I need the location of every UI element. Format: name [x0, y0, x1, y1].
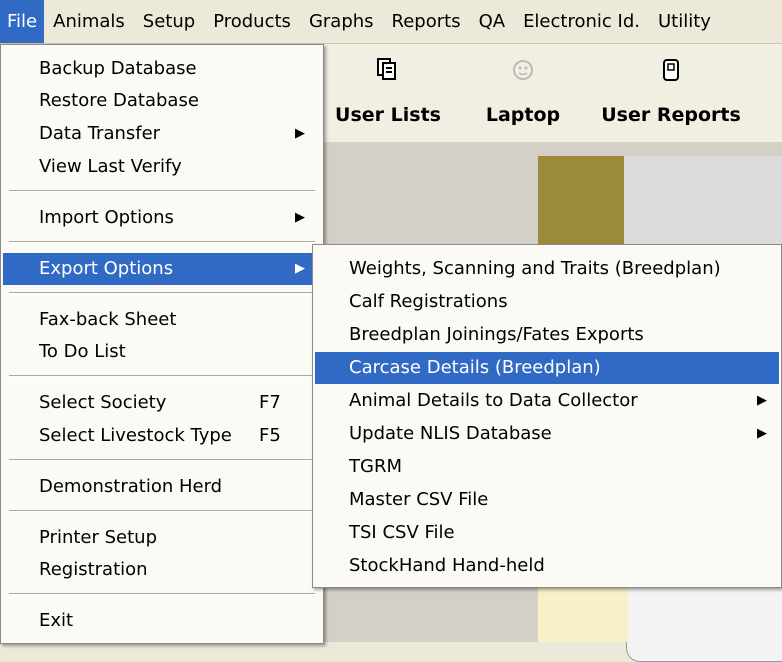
view-last-verify-item[interactable]: View Last Verify: [3, 151, 321, 183]
submenu-arrow-icon: ▶: [295, 261, 305, 276]
submenu-arrow-icon: ▶: [757, 393, 767, 408]
item-label: Import Options: [39, 207, 174, 228]
user-reports-button[interactable]: User Reports: [588, 44, 754, 142]
item-label: Master CSV File: [349, 489, 489, 510]
item-label: TGRM: [349, 456, 402, 477]
submenu-arrow-icon: ▶: [295, 126, 305, 141]
laptop-label: Laptop: [485, 104, 561, 126]
background-panel: [538, 156, 624, 252]
menu-separator: [9, 190, 315, 192]
item-label: TSI CSV File: [349, 522, 455, 543]
user-reports-label: User Reports: [601, 104, 741, 126]
menu-separator: [9, 375, 315, 377]
user-lists-button[interactable]: User Lists: [320, 44, 456, 142]
export-tsi-csv-item[interactable]: TSI CSV File: [315, 517, 779, 549]
user-lists-label: User Lists: [335, 104, 441, 126]
export-options-submenu: Weights, Scanning and Traits (Breedplan)…: [312, 244, 782, 588]
select-society-item[interactable]: Select Society F7: [3, 387, 321, 419]
menu-bar: File Animals Setup Products Graphs Repor…: [0, 0, 782, 44]
item-label: Data Transfer: [39, 123, 161, 144]
menu-file[interactable]: File: [0, 0, 45, 43]
menu-qa[interactable]: QA: [470, 0, 514, 43]
background-panel: [624, 156, 782, 252]
export-joinings-fates-item[interactable]: Breedplan Joinings/Fates Exports: [315, 319, 779, 351]
item-label: Printer Setup: [39, 527, 157, 548]
menu-products[interactable]: Products: [204, 0, 300, 43]
export-master-csv-item[interactable]: Master CSV File: [315, 484, 779, 516]
export-data-collector-item[interactable]: Animal Details to Data Collector ▶: [315, 385, 779, 417]
item-label: Update NLIS Database: [349, 423, 552, 444]
export-tgrm-item[interactable]: TGRM: [315, 451, 779, 483]
registration-item[interactable]: Registration: [3, 554, 321, 586]
item-label: StockHand Hand-held: [349, 555, 545, 576]
exit-item[interactable]: Exit: [3, 605, 321, 637]
item-label: Select Society: [39, 392, 167, 413]
item-label: Weights, Scanning and Traits (Breedplan): [349, 258, 721, 279]
submenu-arrow-icon: ▶: [757, 426, 767, 441]
to-do-list-item[interactable]: To Do List: [3, 336, 321, 368]
laptop-button[interactable]: Laptop: [472, 44, 574, 142]
shortcut-label: F7: [259, 392, 281, 413]
submenu-arrow-icon: ▶: [295, 210, 305, 225]
menu-separator: [9, 510, 315, 512]
item-label: Fax-back Sheet: [39, 309, 177, 330]
item-label: Select Livestock Type: [39, 425, 232, 446]
printer-setup-item[interactable]: Printer Setup: [3, 522, 321, 554]
menu-utility[interactable]: Utility: [649, 0, 720, 43]
file-menu: Backup Database Restore Database Data Tr…: [0, 44, 324, 644]
smiley-icon: [513, 60, 533, 80]
item-label: Breedplan Joinings/Fates Exports: [349, 324, 644, 345]
item-label: Backup Database: [39, 58, 197, 79]
backup-database-item[interactable]: Backup Database: [3, 53, 321, 85]
item-label: Restore Database: [39, 90, 199, 111]
background-panel: [538, 588, 628, 642]
export-stockhand-item[interactable]: StockHand Hand-held: [315, 550, 779, 582]
menu-electronic-id[interactable]: Electronic Id.: [514, 0, 649, 43]
select-livestock-type-item[interactable]: Select Livestock Type F5: [3, 420, 321, 452]
item-label: Exit: [39, 610, 74, 631]
report-icon: [663, 59, 679, 81]
menu-graphs[interactable]: Graphs: [300, 0, 383, 43]
restore-database-item[interactable]: Restore Database: [3, 85, 321, 117]
demonstration-herd-item[interactable]: Demonstration Herd: [3, 471, 321, 503]
item-label: Calf Registrations: [349, 291, 508, 312]
export-calf-registrations-item[interactable]: Calf Registrations: [315, 286, 779, 318]
fax-back-sheet-item[interactable]: Fax-back Sheet: [3, 304, 321, 336]
item-label: Demonstration Herd: [39, 476, 223, 497]
import-options-item[interactable]: Import Options ▶: [3, 202, 321, 234]
export-weights-item[interactable]: Weights, Scanning and Traits (Breedplan): [315, 253, 779, 285]
export-nlis-item[interactable]: Update NLIS Database ▶: [315, 418, 779, 450]
menu-separator: [9, 292, 315, 294]
export-options-item[interactable]: Export Options ▶: [3, 253, 321, 285]
data-transfer-item[interactable]: Data Transfer ▶: [3, 118, 321, 150]
menu-reports[interactable]: Reports: [383, 0, 470, 43]
item-label: Export Options: [39, 258, 174, 279]
item-label: To Do List: [39, 341, 126, 362]
item-label: Registration: [39, 559, 148, 580]
menu-separator: [9, 459, 315, 461]
item-label: Carcase Details (Breedplan): [349, 357, 601, 378]
shortcut-label: F5: [259, 425, 281, 446]
copy-icon: [377, 58, 396, 80]
menu-separator: [9, 593, 315, 595]
export-carcase-details-item[interactable]: Carcase Details (Breedplan): [315, 352, 779, 384]
menu-separator: [9, 241, 315, 243]
menu-setup[interactable]: Setup: [134, 0, 204, 43]
menu-animals[interactable]: Animals: [44, 0, 134, 43]
item-label: View Last Verify: [39, 156, 182, 177]
item-label: Animal Details to Data Collector: [349, 390, 638, 411]
